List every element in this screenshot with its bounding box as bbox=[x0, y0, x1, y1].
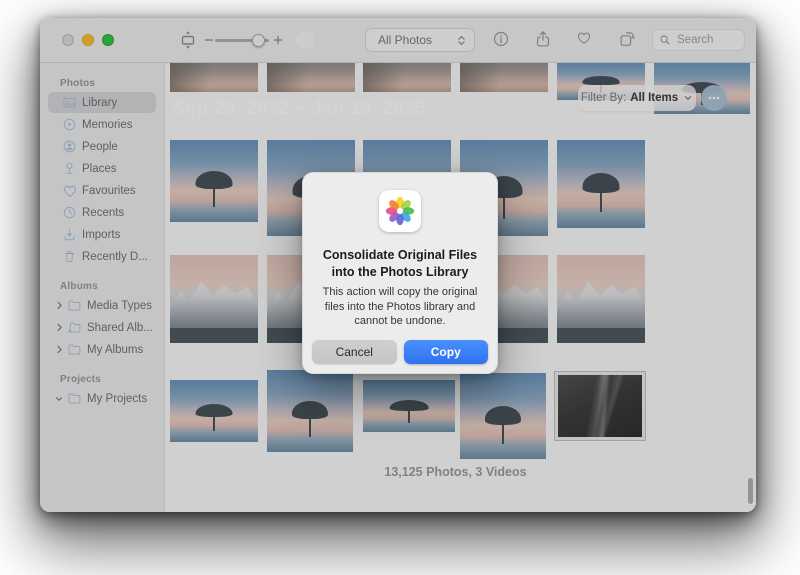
photos-app-window: All Photos PhotosLibraryMemoriesPeoplePl… bbox=[40, 18, 756, 512]
consolidate-dialog: Consolidate Original Files into the Phot… bbox=[302, 172, 498, 374]
photos-app-icon bbox=[379, 190, 421, 232]
photos-flower-icon bbox=[383, 194, 417, 228]
copy-button[interactable]: Copy bbox=[404, 340, 489, 364]
dialog-message: This action will copy the original files… bbox=[303, 285, 497, 329]
dialog-title: Consolidate Original Files into the Phot… bbox=[303, 247, 497, 281]
cancel-button[interactable]: Cancel bbox=[312, 340, 397, 364]
dialog-buttons: Cancel Copy bbox=[312, 340, 488, 364]
